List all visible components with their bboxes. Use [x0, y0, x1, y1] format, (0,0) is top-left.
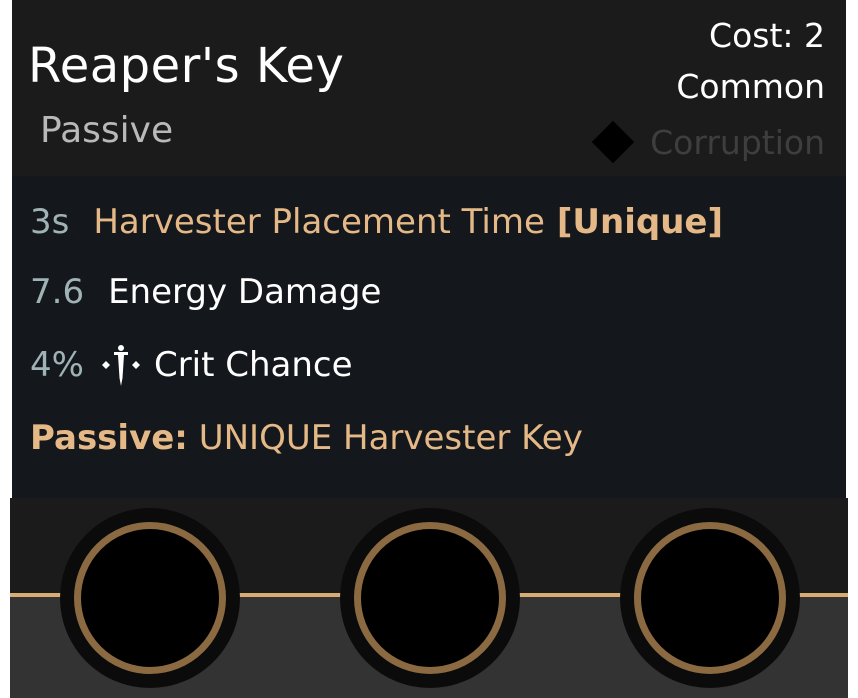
stat-value: 4% [30, 345, 84, 385]
passive-text: UNIQUE Harvester Key [198, 418, 583, 458]
stat-value: 3s [30, 202, 70, 242]
stat-row-placement-time: 3s Harvester Placement Time [Unique] [30, 202, 723, 242]
cost-label: Cost: 2 [709, 16, 825, 55]
corruption-diamond-icon [591, 120, 635, 164]
passive-prefix: Passive: [30, 418, 188, 458]
stat-label: Harvester Placement Time [93, 202, 545, 242]
card-subtype: Passive [40, 110, 174, 151]
mod-socket-1[interactable] [60, 508, 240, 688]
card-title: Reaper's Key [28, 38, 345, 94]
socket-ring [634, 522, 786, 674]
crit-icon [101, 345, 140, 386]
stat-value: 7.6 [30, 272, 85, 312]
rarity-label: Common [676, 67, 825, 106]
stat-row-energy-damage: 7.6 Energy Damage [30, 272, 381, 312]
stat-label: Energy Damage [108, 272, 382, 312]
mod-socket-3[interactable] [620, 508, 800, 688]
socket-ring [74, 522, 226, 674]
corruption-indicator: Corruption [591, 120, 825, 164]
mod-socket-2[interactable] [340, 508, 520, 688]
corruption-label: Corruption [650, 122, 825, 162]
unique-tag: [Unique] [556, 202, 724, 242]
stat-label: Crit Chance [153, 345, 353, 385]
socket-ring [354, 522, 506, 674]
stat-row-crit-chance: 4% Crit Chance [30, 342, 353, 388]
passive-description: Passive: UNIQUE Harvester Key [30, 418, 583, 458]
